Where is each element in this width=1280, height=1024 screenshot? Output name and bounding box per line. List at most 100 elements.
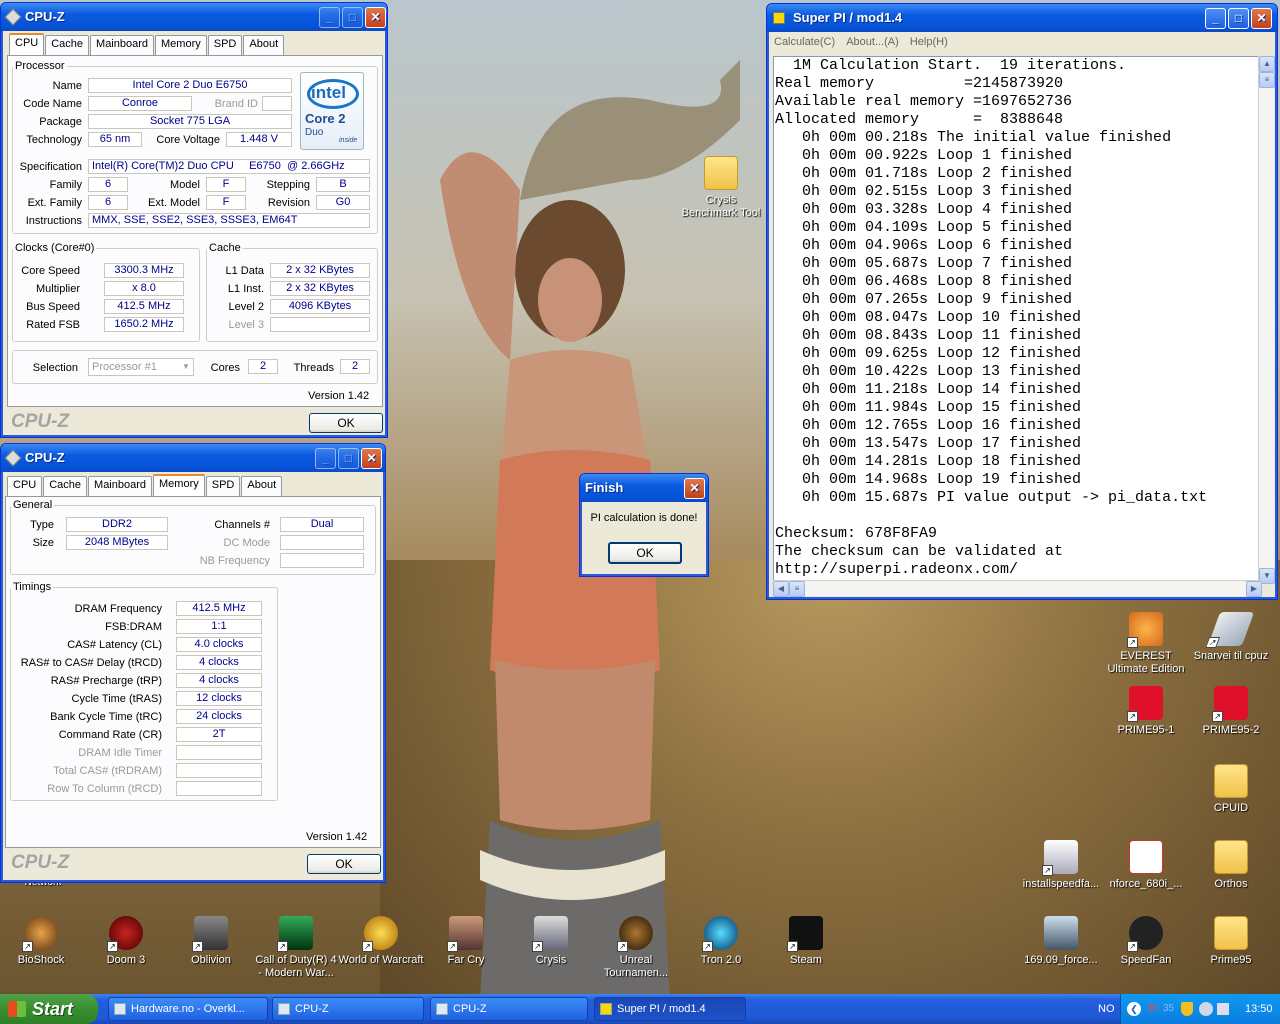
desktop-icon-oblivion[interactable]: ↗ Oblivion <box>168 916 254 967</box>
desktop-icon-prime95-2[interactable]: ↗ PRIME95-2 <box>1188 686 1274 737</box>
superpi-titlebar[interactable]: Super PI / mod1.4 _ □ ✕ <box>767 4 1277 32</box>
processor-select[interactable]: Processor #1 <box>88 358 194 376</box>
dialog-ok-button[interactable]: OK <box>608 542 682 564</box>
tab-spd[interactable]: SPD <box>207 35 243 55</box>
scroll-thumb[interactable]: ≡ <box>1259 72 1275 88</box>
rated-fsb-label: Rated FSB <box>26 319 80 331</box>
output-line: 0h 00m 07.265s Loop 9 finished <box>775 291 1073 308</box>
dialog-titlebar[interactable]: Finish ✕ <box>580 474 708 502</box>
scroll-up-button[interactable]: ▲ <box>1259 56 1275 72</box>
name-label: Name <box>52 80 82 92</box>
intel-core2-logo: intel Core 2 Duo inside <box>300 72 364 150</box>
desktop-icon-prime95-folder[interactable]: Prime95 <box>1188 916 1274 967</box>
tray-temp-1[interactable]: 36 <box>1147 994 1158 1024</box>
desktop-icon-nvidia-driver[interactable]: 169.09_force... <box>1018 916 1104 967</box>
intel-wordmark: intel <box>311 83 346 102</box>
ok-button[interactable]: OK <box>307 854 381 874</box>
tab-cpu[interactable]: CPU <box>7 476 43 496</box>
volume-icon[interactable] <box>1217 1003 1229 1015</box>
version-label: Version 1.42 <box>308 390 370 402</box>
task-superpi[interactable]: Super PI / mod1.4 <box>594 997 746 1021</box>
output-line: 0h 00m 14.281s Loop 18 finished <box>775 453 1082 470</box>
output-line: 0h 00m 12.765s Loop 16 finished <box>775 417 1082 434</box>
tray-expand-icon[interactable]: ❮ <box>1127 1002 1141 1016</box>
maximize-button[interactable]: □ <box>1228 8 1249 29</box>
desktop-icon-crysis-benchmark[interactable]: Crysis Benchmark Tool <box>678 156 764 220</box>
tab-cpu[interactable]: CPU <box>9 33 45 55</box>
task-cpuz-2[interactable]: CPU-Z <box>430 997 588 1021</box>
desktop-icon-prime95-1[interactable]: ↗ PRIME95-1 <box>1103 686 1189 737</box>
desktop-icon-cod4[interactable]: ↗ Call of Duty(R) 4 - Modern War... <box>253 916 339 980</box>
output-line: http://superpi.radeonx.com/ <box>775 561 1019 578</box>
horizontal-scrollbar[interactable]: ◀ ≡ ▶ <box>773 580 1262 597</box>
model-value: F <box>206 177 246 192</box>
start-button[interactable]: Start <box>0 994 98 1024</box>
menu-about[interactable]: About...(A) <box>846 36 899 48</box>
close-button[interactable]: ✕ <box>361 448 382 469</box>
everest-icon: ↗ <box>1127 612 1163 648</box>
desktop-icon-orthos[interactable]: Orthos <box>1188 840 1274 891</box>
close-button[interactable]: ✕ <box>1251 8 1272 29</box>
desktop-icon-steam[interactable]: ↗ Steam <box>763 916 849 967</box>
tab-cache[interactable]: Cache <box>43 476 88 496</box>
channels-label: Channels # <box>214 519 270 531</box>
tab-about[interactable]: About <box>243 35 285 55</box>
desktop-icon-unreal[interactable]: ↗ Unreal Tournamen... <box>593 916 679 980</box>
desktop-icon-farcry[interactable]: ↗ Far Cry <box>423 916 509 967</box>
desktop-icon-everest[interactable]: ↗ EVEREST Ultimate Edition <box>1103 612 1189 676</box>
desktop-icon-cpuid[interactable]: CPUID <box>1188 764 1274 815</box>
tab-about[interactable]: About <box>241 476 283 496</box>
shield-icon[interactable] <box>1181 1002 1193 1016</box>
desktop-icon-bioshock[interactable]: ↗ BioShock <box>0 916 84 967</box>
desktop-icon-tron[interactable]: ↗ Tron 2.0 <box>678 916 764 967</box>
memory-tab-panel: General Type DDR2 Size 2048 MBytes Chann… <box>5 496 381 848</box>
chevron-down-icon[interactable]: ▼ <box>180 360 192 374</box>
folder-icon <box>1214 764 1248 798</box>
timing-label: Bank Cycle Time (tRC) <box>50 711 162 723</box>
superpi-output[interactable]: 1M Calculation Start. 19 iterations. Real… <box>773 56 1262 584</box>
task-browser[interactable]: Hardware.no - Overkl... <box>108 997 268 1021</box>
desktop-icon-nforce-pdf[interactable]: nforce_680i_... <box>1103 840 1189 891</box>
desktop-icon-doom3[interactable]: ↗ Doom 3 <box>83 916 169 967</box>
output-line: 0h 00m 03.328s Loop 4 finished <box>775 201 1073 218</box>
menu-calculate[interactable]: Calculate(C) <box>774 36 835 48</box>
desktop-icon-wow[interactable]: ↗ World of Warcraft <box>338 916 424 967</box>
tab-cache[interactable]: Cache <box>45 35 90 55</box>
tab-mainboard[interactable]: Mainboard <box>88 476 153 496</box>
menu-help[interactable]: Help(H) <box>910 36 948 48</box>
scroll-thumb[interactable]: ≡ <box>789 581 805 597</box>
minimize-button[interactable]: _ <box>319 7 340 28</box>
scroll-right-button[interactable]: ▶ <box>1246 581 1262 597</box>
cpuz-titlebar[interactable]: CPU-Z _ □ ✕ <box>1 444 385 472</box>
desktop-icon-cpuz-shortcut[interactable]: ↗ Snarvei til cpuz <box>1188 612 1274 663</box>
tab-mainboard[interactable]: Mainboard <box>90 35 155 55</box>
tab-spd[interactable]: SPD <box>205 476 241 496</box>
tab-memory[interactable]: Memory <box>153 474 205 496</box>
desktop-icon-installspeedfan[interactable]: ↗ installspeedfa... <box>1018 840 1104 891</box>
maximize-button: □ <box>342 7 363 28</box>
cpuz-titlebar[interactable]: CPU-Z _ □ ✕ <box>1 3 387 31</box>
tab-memory[interactable]: Memory <box>155 35 207 55</box>
desktop-icon-crysis[interactable]: ↗ Crysis <box>508 916 594 967</box>
minimize-button[interactable]: _ <box>315 448 336 469</box>
scroll-left-button[interactable]: ◀ <box>773 581 789 597</box>
output-line: 0h 00m 00.922s Loop 1 finished <box>775 147 1073 164</box>
dialog-message: PI calculation is done! <box>590 512 698 524</box>
l1-data-value: 2 x 32 KBytes <box>270 263 370 278</box>
clock[interactable]: 13:50 <box>1245 994 1273 1024</box>
vertical-scrollbar[interactable]: ▲ ≡ ▼ <box>1258 56 1275 584</box>
cores-value: 2 <box>248 359 278 374</box>
ok-button[interactable]: OK <box>309 413 383 433</box>
task-cpuz-1[interactable]: CPU-Z <box>272 997 424 1021</box>
network-icon[interactable] <box>1199 1002 1213 1016</box>
codename-value: Conroe <box>88 96 192 111</box>
timing-label: Command Rate (CR) <box>58 729 162 741</box>
desktop-icon-speedfan[interactable]: ↗ SpeedFan <box>1103 916 1189 967</box>
cpu-tab-panel: Processor Name Intel Core 2 Duo E6750 Co… <box>7 55 383 407</box>
close-button[interactable]: ✕ <box>684 478 705 499</box>
tray-temp-2[interactable]: 35 <box>1163 994 1174 1024</box>
minimize-button[interactable]: _ <box>1205 8 1226 29</box>
level3-value <box>270 317 370 332</box>
close-button[interactable]: ✕ <box>365 7 386 28</box>
language-indicator[interactable]: NO <box>1098 994 1115 1024</box>
